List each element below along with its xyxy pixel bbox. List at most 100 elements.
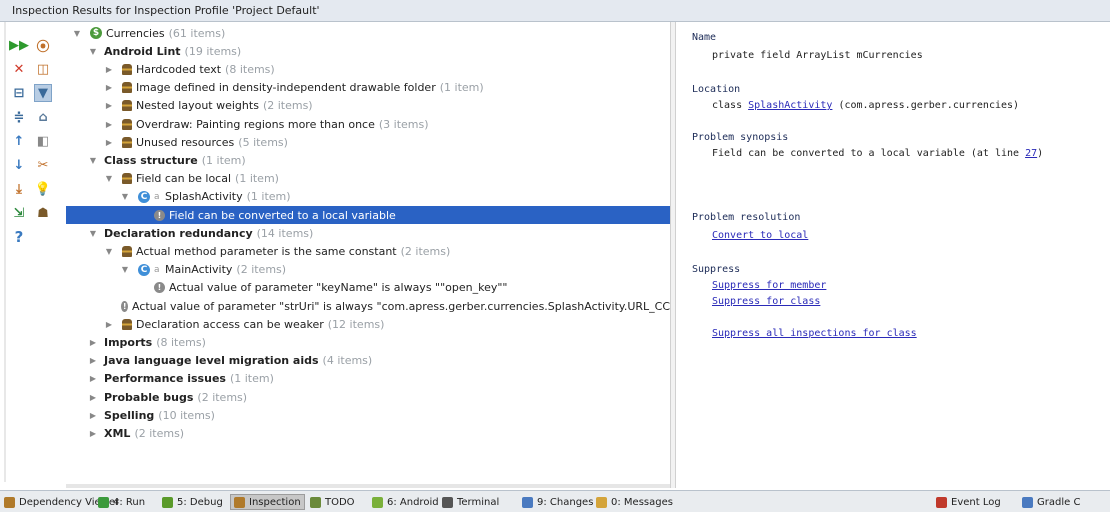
tree-row[interactable]: ▶ Probable bugs (2 items) <box>66 388 670 406</box>
tree-row-count: (5 items) <box>238 135 288 149</box>
help-icon[interactable]: ? <box>10 228 28 246</box>
location-value: class SplashActivity (com.apress.gerber.… <box>712 100 1019 111</box>
changes-icon <box>522 496 533 508</box>
suppress-all-inspections-link[interactable]: Suppress all inspections for class <box>712 328 917 339</box>
expanded-arrow-icon[interactable]: ▼ <box>88 47 98 56</box>
close-icon[interactable]: ✕ <box>10 60 28 78</box>
tree-row-count: (2 items) <box>400 244 451 258</box>
rerun-icon[interactable]: ⦿ <box>34 36 52 55</box>
tree-row[interactable]: ! Actual value of parameter "keyName" is … <box>66 279 670 297</box>
tree-row-label: Spelling <box>104 408 155 422</box>
tree-row[interactable]: ▶ Overdraw: Painting regions more than on… <box>66 115 670 133</box>
tree-row-count: (2 items) <box>262 99 313 113</box>
tool-window-button[interactable]: 5: Debug <box>162 494 223 510</box>
synopsis-line-link[interactable]: 27 <box>1025 148 1037 159</box>
expanded-arrow-icon[interactable]: ▼ <box>120 265 130 274</box>
collapsed-arrow-icon[interactable]: ▶ <box>104 65 114 74</box>
tool-window-button[interactable]: Inspection <box>230 494 305 510</box>
tool-window-button[interactable]: 4: Run <box>98 494 145 510</box>
tree-row-label: Android Lint <box>104 44 181 58</box>
tool-window-button[interactable]: TODO <box>310 494 355 510</box>
tool-window-button[interactable]: Gradle C <box>1022 494 1080 510</box>
tool-window-button[interactable]: 9: Changes <box>522 494 593 510</box>
expand-all-icon[interactable]: ⊟ <box>10 84 28 102</box>
tree-row[interactable]: ▶ Nested layout weights (2 items) <box>66 97 670 115</box>
collapsed-arrow-icon[interactable]: ▶ <box>88 374 98 383</box>
tree-row[interactable]: ▶ Performance issues (1 item) <box>66 370 670 388</box>
edit-source-icon[interactable]: ⇲ <box>10 204 28 222</box>
tree-row[interactable]: ! Field can be converted to a local varia… <box>66 206 670 224</box>
quickfix-icon[interactable]: 💡 <box>34 180 52 198</box>
tree-row-label: Probable bugs <box>104 390 194 404</box>
convert-to-local-link[interactable]: Convert to local <box>712 230 808 241</box>
tree-row[interactable]: ▶ Declaration access can be weaker (12 ite… <box>66 315 670 333</box>
collapsed-arrow-icon[interactable]: ▶ <box>104 83 114 92</box>
tree-row-label: Imports <box>104 335 153 349</box>
collapsed-arrow-icon[interactable]: ▶ <box>104 120 114 129</box>
tree-row[interactable]: ▶ Java language level migration aids (4 it… <box>66 352 670 370</box>
suppress-heading: Suppress <box>692 264 741 275</box>
collapsed-arrow-icon[interactable]: ▶ <box>104 138 114 147</box>
settings-icon[interactable]: ⌂ <box>34 108 52 126</box>
collapsed-arrow-icon[interactable]: ▶ <box>88 338 98 347</box>
expanded-arrow-icon[interactable]: ▼ <box>88 229 98 238</box>
tree-row-label: Overdraw: Painting regions more than onc… <box>136 117 375 131</box>
name-heading: Name <box>692 32 717 43</box>
tree-row[interactable]: ▼ Field can be local (1 item) <box>66 170 670 188</box>
inspection-icon[interactable]: ☗ <box>34 204 52 222</box>
suppress-icon[interactable]: ✂ <box>34 156 52 174</box>
inspection-icon <box>122 136 132 148</box>
tree-row[interactable]: ▶ Image defined in density-independent dr… <box>66 79 670 97</box>
run-icon <box>98 496 109 508</box>
suppress-for-class-link[interactable]: Suppress for class <box>712 296 820 307</box>
location-heading: Location <box>692 84 741 95</box>
tree-row[interactable]: ▼ Ca MainActivity (2 items) <box>66 261 670 279</box>
tree-row[interactable]: ▼ Declaration redundancy (14 items) <box>66 224 670 242</box>
tree-row[interactable]: ! Actual value of parameter "strUri" is a… <box>66 297 670 315</box>
collapsed-arrow-icon[interactable]: ▶ <box>88 393 98 402</box>
expanded-arrow-icon[interactable]: ▼ <box>104 247 114 256</box>
tool-window-button[interactable]: 0: Messages <box>596 494 673 510</box>
export-icon[interactable]: ⤓ <box>10 180 28 198</box>
collapsed-arrow-icon[interactable]: ▶ <box>104 101 114 110</box>
collapsed-arrow-icon[interactable]: ▶ <box>88 429 98 438</box>
tree-row-count: (2 items) <box>197 390 248 404</box>
expanded-arrow-icon[interactable]: ▼ <box>104 174 114 183</box>
tree-row[interactable]: ▶ Hardcoded text (8 items) <box>66 60 670 78</box>
tree-row[interactable]: ▶ XML (2 items) <box>66 424 670 442</box>
expanded-arrow-icon[interactable]: ▼ <box>120 192 130 201</box>
tree-row-label: Hardcoded text <box>136 62 222 76</box>
tool-window-button-label: 4: Run <box>113 496 146 508</box>
tree-row-label: Actual value of parameter "strUri" is al… <box>131 299 670 313</box>
tree-row[interactable]: ▼ Android Lint (19 items) <box>66 42 670 60</box>
tree-row[interactable]: ▼ $ Currencies (61 items) <box>66 24 670 42</box>
tree-row[interactable]: ▶ Imports (8 items) <box>66 333 670 351</box>
tree-row[interactable]: ▼ Ca SplashActivity (1 item) <box>66 188 670 206</box>
collapsed-arrow-icon[interactable]: ▶ <box>104 320 114 329</box>
expanded-arrow-icon[interactable]: ▼ <box>88 156 98 165</box>
synopsis-heading: Problem synopsis <box>692 132 789 143</box>
location-class-link[interactable]: SplashActivity <box>748 100 832 111</box>
filter-icon[interactable]: ◫ <box>34 60 52 78</box>
suppress-for-member-link[interactable]: Suppress for member <box>712 280 826 291</box>
collapsed-arrow-icon[interactable]: ▶ <box>88 411 98 420</box>
tree-row-label: SplashActivity <box>165 190 243 204</box>
collapse-all-icon[interactable]: ≑ <box>10 108 28 126</box>
autoscroll-icon[interactable]: ◧ <box>34 132 52 150</box>
tree-row[interactable]: ▶ Unused resources (5 items) <box>66 133 670 151</box>
tree-horizontal-scrollbar[interactable] <box>66 484 670 488</box>
tree-row[interactable]: ▼ Actual method parameter is the same con… <box>66 242 670 260</box>
run-icon[interactable]: ▶▶ <box>9 36 29 54</box>
tool-window-button[interactable]: 6: Android <box>372 494 439 510</box>
tree-row[interactable]: ▼ Class structure (1 item) <box>66 151 670 169</box>
group-icon[interactable]: ▼ <box>34 84 52 102</box>
expanded-arrow-icon[interactable]: ▼ <box>72 29 82 38</box>
tool-window-button-label: Terminal <box>457 496 500 508</box>
tree-row-count: (10 items) <box>158 408 215 422</box>
collapsed-arrow-icon[interactable]: ▶ <box>88 356 98 365</box>
previous-icon[interactable]: ↑ <box>10 132 28 150</box>
tool-window-button[interactable]: Event Log <box>936 494 1001 510</box>
tool-window-button[interactable]: Terminal <box>442 494 499 510</box>
tree-row[interactable]: ▶ Spelling (10 items) <box>66 406 670 424</box>
next-icon[interactable]: ↓ <box>10 156 28 174</box>
